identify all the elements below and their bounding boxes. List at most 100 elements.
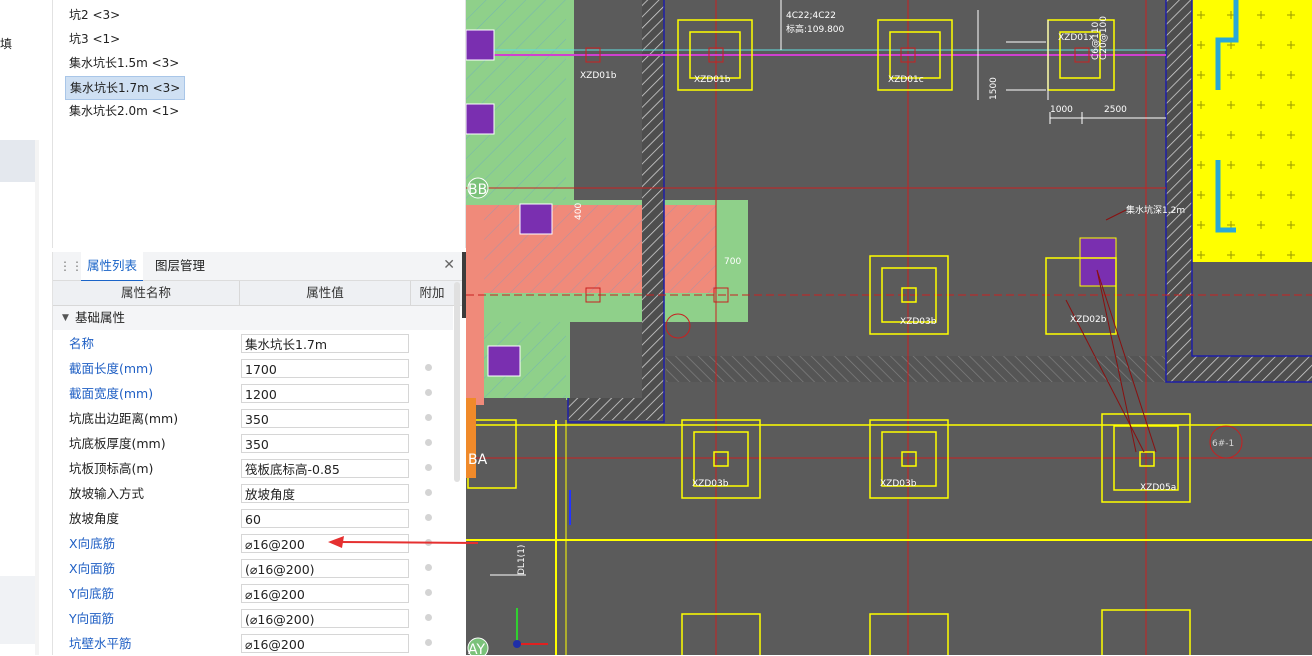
property-table-header: 属性名称 属性值 附加 xyxy=(53,281,465,306)
property-value-field[interactable]: 350 xyxy=(241,409,409,428)
property-name: 名称 xyxy=(69,331,94,356)
property-row[interactable]: 截面宽度(mm) 1200 xyxy=(53,381,453,406)
property-name: X向底筋 xyxy=(69,531,115,556)
property-value-field[interactable]: 350 xyxy=(241,434,409,453)
note-text: 集水坑深1.2m xyxy=(1126,204,1185,216)
property-name: 截面宽度(mm) xyxy=(69,381,153,406)
property-value-field[interactable]: 集水坑长1.7m xyxy=(241,334,409,353)
attach-checkbox-icon[interactable] xyxy=(425,439,432,446)
pit-region-green xyxy=(566,300,570,400)
property-name: 坑底板厚度(mm) xyxy=(69,431,166,456)
left-label[interactable]: 回填 xyxy=(0,35,12,52)
pit-hatch xyxy=(484,205,716,293)
property-row[interactable]: 放坡角度 60 xyxy=(53,506,453,531)
beam-label: DL1(1) xyxy=(517,545,527,575)
left-scrollbar[interactable] xyxy=(35,140,39,655)
purple-pit xyxy=(488,346,520,376)
close-icon[interactable]: ✕ xyxy=(443,257,455,273)
attach-checkbox-icon[interactable] xyxy=(425,614,432,621)
attach-checkbox-icon[interactable] xyxy=(425,639,432,646)
property-row[interactable]: 名称 集水坑长1.7m xyxy=(53,331,453,356)
cap-label: XZD05a xyxy=(1140,483,1176,493)
property-scrollbar[interactable] xyxy=(454,282,460,482)
tree-item-selected[interactable]: 集水坑长1.7m <3> xyxy=(65,76,185,100)
column-header-value: 属性值 xyxy=(240,281,411,305)
cap-label: XZD01b xyxy=(694,75,731,85)
component-tree: 坑2 <3> 坑3 <1> 集水坑长1.5m <3> 集水坑长1.7m <3> … xyxy=(52,0,466,248)
cap-label: XZD01c xyxy=(888,75,924,85)
property-value-field[interactable]: (⌀16@200) xyxy=(241,609,409,628)
left-navigation-strip: 0 回填 填 填 ) 0 0 7) ) 0 xyxy=(0,0,48,655)
pit-region-salmon xyxy=(466,205,484,405)
property-value-field[interactable]: 筏板底标高-0.85 xyxy=(241,459,409,478)
cap-label: XZD03b xyxy=(692,479,729,489)
property-name: 放坡输入方式 xyxy=(69,481,144,506)
wall-hatch xyxy=(1166,356,1312,382)
property-name: X向面筋 xyxy=(69,556,115,581)
left-selected-item[interactable] xyxy=(0,140,35,182)
attach-checkbox-icon[interactable] xyxy=(425,564,432,571)
tree-item[interactable]: 坑2 <3> xyxy=(65,4,124,26)
property-value-field[interactable]: ⌀16@200 xyxy=(241,634,409,653)
property-value-field[interactable]: (⌀16@200) xyxy=(241,559,409,578)
dimension-text: C6@110 xyxy=(1091,22,1101,60)
property-value-field[interactable]: 1200 xyxy=(241,384,409,403)
property-row[interactable]: 坑底出边距离(mm)350 xyxy=(53,406,453,431)
property-group-header[interactable]: ▼ 基础属性 xyxy=(53,306,453,330)
collapse-triangle-icon[interactable]: ▼ xyxy=(62,306,69,330)
cap-label: XZD02b xyxy=(1070,315,1107,325)
cad-drawing-canvas[interactable]: XZD01b XZD01b XZD01c XZD01x XZD03b XZD02… xyxy=(466,0,1312,655)
property-name: 截面长度(mm) xyxy=(69,356,153,381)
wall-hatch xyxy=(1166,0,1192,382)
column-header-name: 属性名称 xyxy=(53,281,240,305)
tree-item[interactable]: 集水坑长2.0m <1> xyxy=(65,100,183,122)
dimension-text: 2500 xyxy=(1104,105,1127,115)
dimension-text: 700 xyxy=(724,257,741,267)
property-name: 坑板顶标高(m) xyxy=(69,456,153,481)
note-text: 4C22;4C22 xyxy=(786,11,836,21)
yellow-slab-pattern xyxy=(1192,0,1312,262)
drag-grip-icon[interactable]: ⋮⋮ xyxy=(59,259,83,273)
property-value-field[interactable]: 60 xyxy=(241,509,409,528)
property-row[interactable]: 坑板顶标高(m) 筏板底标高-0.85 xyxy=(53,456,453,481)
tab-layer-management[interactable]: 图层管理 xyxy=(149,252,211,280)
property-row[interactable]: X向面筋 (⌀16@200) xyxy=(53,556,453,581)
property-row[interactable]: 坑底板厚度(mm) 350 xyxy=(53,431,453,456)
purple-pit xyxy=(1080,238,1116,286)
property-value-field[interactable]: 1700 xyxy=(241,359,409,378)
property-value-field[interactable]: 放坡角度 xyxy=(241,484,409,503)
property-value-field[interactable]: ⌀16@200 xyxy=(241,584,409,603)
detail-label: 6#-1 xyxy=(1212,439,1234,449)
property-row[interactable]: Y向面筋(⌀16@200) xyxy=(53,606,453,631)
purple-pit xyxy=(466,30,494,60)
column-header-extra: 附加 xyxy=(411,281,453,305)
attach-checkbox-icon[interactable] xyxy=(425,414,432,421)
tab-property-list[interactable]: 属性列表 xyxy=(81,252,143,282)
cap-label: XZD01x xyxy=(1058,33,1095,43)
property-name: Y向底筋 xyxy=(69,581,114,606)
pit-region-green xyxy=(566,0,574,200)
attach-checkbox-icon[interactable] xyxy=(425,589,432,596)
attach-checkbox-icon[interactable] xyxy=(425,364,432,371)
attach-checkbox-icon[interactable] xyxy=(425,514,432,521)
property-row[interactable]: 坑壁水平筋 ⌀16@200 xyxy=(53,631,453,656)
axis-label: BB xyxy=(468,182,487,198)
cap-label: XZD01b xyxy=(580,71,617,81)
property-row[interactable]: 放坡输入方式 放坡角度 xyxy=(53,481,453,506)
attach-checkbox-icon[interactable] xyxy=(425,489,432,496)
wall-hatch xyxy=(568,398,664,420)
tree-item[interactable]: 集水坑长1.5m <3> xyxy=(65,52,183,74)
property-row[interactable]: 截面长度(mm) 1700 xyxy=(53,356,453,381)
axis-label: AY xyxy=(468,642,485,655)
group-label: 基础属性 xyxy=(75,306,125,330)
attach-checkbox-icon[interactable] xyxy=(425,464,432,471)
property-name: 放坡角度 xyxy=(69,506,119,531)
property-row[interactable]: Y向底筋 ⌀16@200 xyxy=(53,581,453,606)
tree-item[interactable]: 坑3 <1> xyxy=(65,28,124,50)
dimension-text: 400 xyxy=(574,203,584,220)
axis-label: BA xyxy=(468,452,488,468)
ucs-origin xyxy=(513,640,521,648)
attach-checkbox-icon[interactable] xyxy=(425,389,432,396)
property-panel: ⋮⋮ 属性列表 图层管理 ✕ 属性名称 属性值 附加 ▼ 基础属性 名称 集水坑长… xyxy=(52,252,465,655)
property-name: 坑壁水平筋 xyxy=(69,631,132,656)
